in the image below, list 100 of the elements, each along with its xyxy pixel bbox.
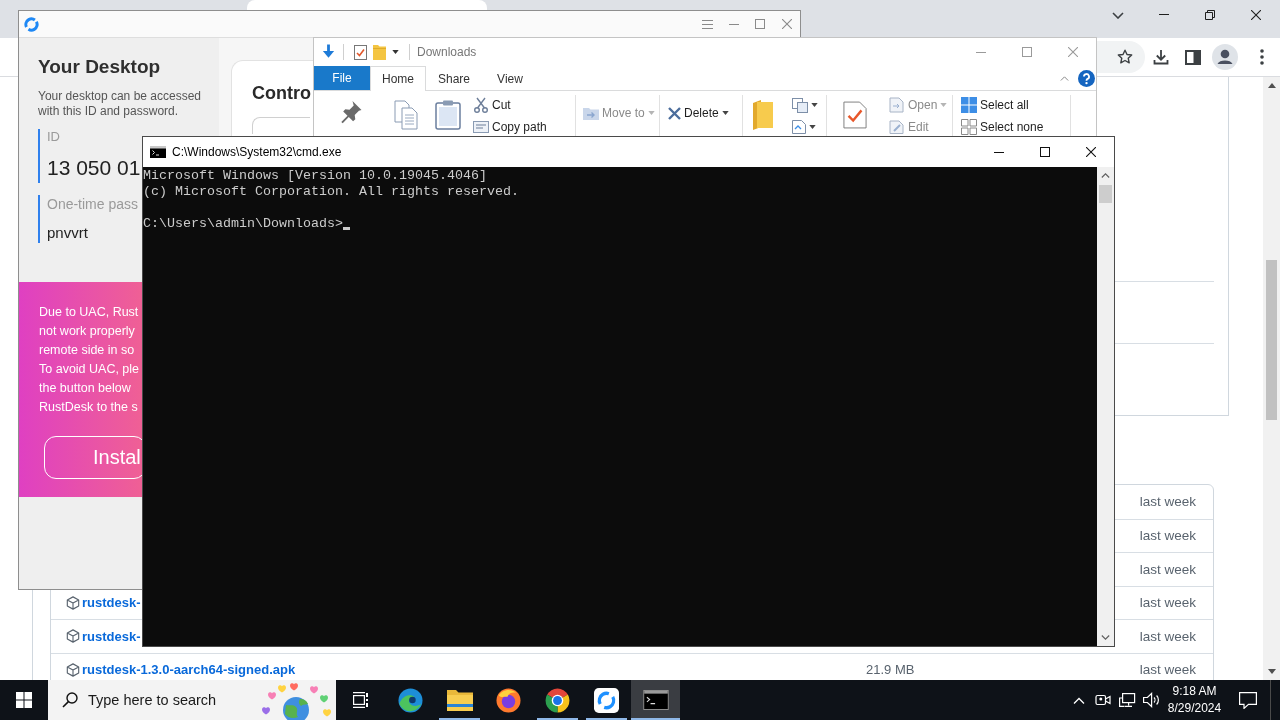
file-date: last week (1139, 662, 1196, 678)
document-check-icon (843, 100, 867, 130)
maximize-icon (755, 19, 766, 29)
maximize-icon (1040, 147, 1050, 157)
terminal-icon (642, 690, 669, 710)
open-icon (889, 97, 905, 113)
ring-icon (594, 687, 619, 713)
star-icon (1117, 49, 1133, 65)
maximize-icon (1022, 47, 1032, 57)
panel-title: Your Desktop (38, 55, 161, 79)
ribbon-tab[interactable]: View (482, 66, 538, 90)
wave-icon (398, 687, 423, 713)
file-date: last week (1139, 628, 1196, 644)
file-date: last week (1139, 494, 1196, 510)
password-label: One-time pass (47, 195, 139, 213)
file-link[interactable]: rustdesk- (82, 595, 141, 611)
package-icon (66, 629, 80, 644)
file-date: last week (1139, 595, 1196, 611)
close-icon (1068, 47, 1078, 57)
help-button[interactable] (1078, 68, 1095, 88)
flame-icon (496, 687, 521, 713)
package-icon (66, 662, 80, 677)
volume-icon (1142, 692, 1160, 708)
clipboard-icon (435, 100, 461, 130)
caret-down-icon (811, 103, 818, 107)
chevron-down-icon (1112, 11, 1124, 19)
copy-icon (394, 100, 418, 130)
chevron-up-icon (1101, 173, 1110, 178)
bookmark-button[interactable] (1117, 49, 1133, 65)
id-value: 13 050 01 (47, 155, 141, 181)
select-all-icon (961, 97, 977, 113)
caret-down-icon (1267, 669, 1276, 674)
more-icon (1260, 49, 1264, 65)
search-box[interactable]: Type here to search (48, 680, 336, 720)
chevron-down-icon (1101, 635, 1110, 640)
window-title: C:\Windows\System32\cmd.exe (172, 145, 342, 159)
accent-bar (38, 129, 40, 183)
download-arrow-icon (321, 44, 336, 60)
caret-down-icon (809, 125, 816, 129)
taskbar-app-button[interactable] (631, 680, 680, 720)
console-line: Microsoft Windows [Version 10.0.19045.4046] (143, 168, 487, 184)
globe-doodle-icon (260, 683, 332, 720)
start-icon (16, 692, 32, 708)
caret-up-icon (1267, 83, 1276, 88)
document-check-icon (354, 44, 367, 60)
ribbon-button[interactable]: Select none (959, 116, 1046, 136)
accent-bar (38, 195, 40, 243)
prompt-text: C:\Users\admin\Downloads> (143, 216, 343, 231)
clock-button[interactable]: 9:18 AM 8/29/2024 (1163, 680, 1226, 720)
card-title: Contro (252, 82, 312, 105)
ribbon-button[interactable]: Cut (471, 94, 513, 116)
file-menu-tab[interactable]: File (314, 66, 370, 90)
input-field[interactable] (252, 117, 310, 134)
ribbon-button[interactable]: Delete (666, 102, 731, 124)
caret-down-icon (392, 50, 399, 54)
edit-icon (889, 120, 905, 134)
avatar-icon (1212, 44, 1238, 70)
network-icon (1118, 692, 1136, 708)
minimize-icon (728, 23, 739, 25)
circle-logo-icon (545, 687, 570, 713)
text-cursor (342, 227, 350, 230)
ribbon-tab[interactable]: Home (370, 66, 426, 91)
search-field[interactable]: Type here to search (88, 690, 238, 710)
folder-icon (753, 100, 773, 130)
minimize-icon (1159, 14, 1169, 15)
copy-path-icon (473, 121, 489, 133)
console-line: (c) Microsoft Corporation. All rights reserved. (143, 184, 519, 200)
caret-down-icon (940, 103, 948, 107)
description-text: Your desktop can be accessed with this ID and password. (38, 89, 202, 119)
file-date: last week (1139, 528, 1196, 544)
notification-icon (1239, 691, 1257, 709)
minimize-icon (976, 51, 986, 53)
ribbon-button[interactable]: Select all (959, 94, 1031, 116)
pin-icon (340, 100, 362, 124)
move-to-icon (583, 106, 599, 120)
file-link[interactable]: rustdesk- (82, 628, 141, 644)
caret-down-icon (721, 111, 729, 115)
ribbon-button[interactable]: Copy path (471, 116, 549, 136)
id-label: ID (47, 129, 60, 145)
window-title: Downloads (417, 45, 477, 59)
chevron-up-icon (1060, 75, 1069, 81)
scrollbar[interactable] (1263, 77, 1280, 680)
uac-warning-text: Due to UAC, Rust not work properly remote side in so To avoid UAC, ple the button below RustDesk to the s (39, 304, 140, 416)
caret-down-icon (647, 111, 655, 115)
menu-icon (701, 19, 713, 29)
close-icon (1251, 9, 1261, 20)
scrollbar-thumb[interactable] (1099, 185, 1112, 203)
ribbon-tab[interactable]: Share (426, 66, 482, 90)
download-icon (1153, 49, 1169, 65)
profile-button[interactable] (1209, 41, 1241, 73)
side-panel-icon (1185, 49, 1201, 65)
new-item-icon (792, 97, 808, 113)
search-icon (62, 692, 78, 708)
scrollbar-thumb[interactable] (1266, 260, 1277, 420)
chevron-up-icon (1073, 696, 1085, 704)
file-size: 21.9 MB (866, 662, 915, 678)
scrollbar[interactable] (1097, 167, 1114, 646)
close-icon (781, 19, 792, 29)
file-link[interactable]: rustdesk-1.3.0-aarch64-signed.apk (82, 662, 296, 678)
folder-icon (373, 44, 386, 60)
